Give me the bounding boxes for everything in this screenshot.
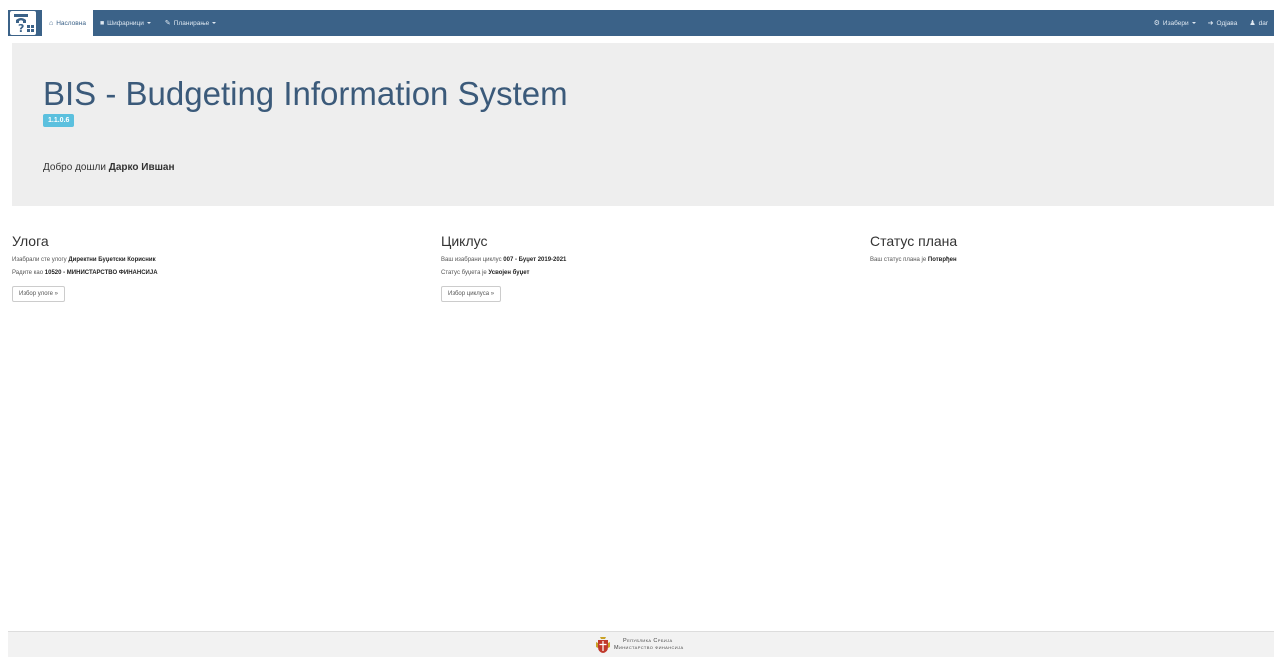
role-selected-value: Директни Буџетски Корисник	[68, 257, 156, 263]
plan-status-prefix: Ваш статус плана је	[870, 257, 927, 263]
budget-logo-icon[interactable]: ?	[10, 11, 36, 35]
chevron-down-icon	[1191, 22, 1196, 24]
budget-status-line: Статус буџета је Усвојен буџет	[441, 269, 851, 277]
choose-cycle-button[interactable]: Избор циклуса »	[441, 286, 502, 302]
role-working-as-prefix: Радите као	[12, 270, 44, 276]
nav-codebooks-label: Шифарници	[107, 19, 144, 27]
page-footer: Република Србија Министарство финансија	[8, 631, 1274, 657]
nav-user[interactable]: ♟ dar	[1243, 10, 1274, 36]
cycle-selected-line: Ваш изабрани циклус 007 - Буџет 2019-202…	[441, 256, 851, 264]
footer-line-2: Министарство финансија	[614, 645, 684, 651]
choose-role-button[interactable]: Избор улоге »	[12, 286, 65, 302]
welcome-jumbotron: BIS - Budgeting Information System 1.1.0…	[12, 43, 1274, 206]
nav-select-dropdown[interactable]: ⚙ Изабери	[1148, 10, 1202, 36]
welcome-message: Добро дошли Дарко Ившан	[43, 162, 175, 173]
user-menu: ⚙ Изабери ➜ Одјава ♟ dar	[1148, 10, 1274, 36]
role-working-as-value: 10520 - МИНИСТАРСТВО ФИНАНСИЈА	[44, 270, 158, 276]
chevron-down-icon	[212, 22, 217, 24]
user-icon: ♟	[1249, 19, 1256, 27]
footer-text: Република Србија Министарство финансија	[614, 638, 684, 652]
role-selected-line: Изабрали сте улогу Директни Буџетски Кор…	[12, 256, 422, 264]
footer-line-1: Република Србија	[623, 638, 673, 644]
svg-text:?: ?	[18, 22, 24, 35]
nav-home-label: Насловна	[56, 19, 86, 27]
wrench-icon: ✎	[164, 19, 171, 27]
nav-home[interactable]: ⌂ Насловна	[42, 10, 93, 36]
plan-status-panel: Статус плана Ваш статус плана је Потврђе…	[870, 232, 1274, 269]
nav-planning-label: Планирање	[173, 19, 210, 27]
gear-icon: ⚙	[1153, 19, 1160, 27]
role-working-as-line: Радите као 10520 - МИНИСТАРСТВО ФИНАНСИЈ…	[12, 269, 422, 277]
chevron-down-icon	[146, 22, 151, 24]
book-icon: ■	[99, 19, 105, 27]
cycle-selected-value: 007 - Буџет 2019-2021	[503, 257, 567, 263]
coat-of-arms-icon	[596, 637, 610, 653]
nav-codebooks-dropdown[interactable]: ■ Шифарници	[93, 10, 158, 36]
version-badge: 1.1.0.6	[43, 114, 75, 127]
page-title: BIS - Budgeting Information System	[43, 75, 568, 112]
nav-logout[interactable]: ➜ Одјава	[1202, 10, 1244, 36]
nav-user-label: dar	[1258, 19, 1268, 27]
plan-status-heading: Статус плана	[870, 233, 958, 249]
cycle-selected-prefix: Ваш изабрани циклус	[441, 257, 502, 263]
footer-branding: Република Србија Министарство финансија	[596, 636, 684, 654]
budget-status-prefix: Статус буџета је	[441, 270, 487, 276]
nav-planning-dropdown[interactable]: ✎ Планирање	[158, 10, 223, 36]
plan-status-line: Ваш статус плана је Потврђен	[870, 256, 1274, 264]
role-selected-prefix: Изабрали сте улогу	[12, 257, 67, 263]
role-heading: Улога	[12, 233, 49, 249]
cycle-heading: Циклус	[441, 233, 488, 249]
top-navbar: ? ⌂ Насловна ■ Шифарници ✎ Планирање ⚙ И…	[8, 10, 1274, 36]
home-icon: ⌂	[49, 19, 54, 27]
role-panel: Улога Изабрали сте улогу Директни Буџетс…	[12, 232, 422, 302]
user-full-name: Дарко Ившан	[108, 162, 175, 173]
plan-status-value: Потврђен	[927, 257, 957, 263]
nav-select-label: Изабери	[1162, 19, 1189, 27]
budget-status-value: Усвојен буџет	[488, 270, 530, 276]
cycle-panel: Циклус Ваш изабрани циклус 007 - Буџет 2…	[441, 232, 851, 302]
main-menu: ⌂ Насловна ■ Шифарници ✎ Планирање	[42, 10, 223, 36]
nav-logout-label: Одјава	[1216, 19, 1238, 27]
welcome-prefix: Добро дошли	[43, 162, 106, 173]
logout-icon: ➜	[1207, 19, 1214, 27]
